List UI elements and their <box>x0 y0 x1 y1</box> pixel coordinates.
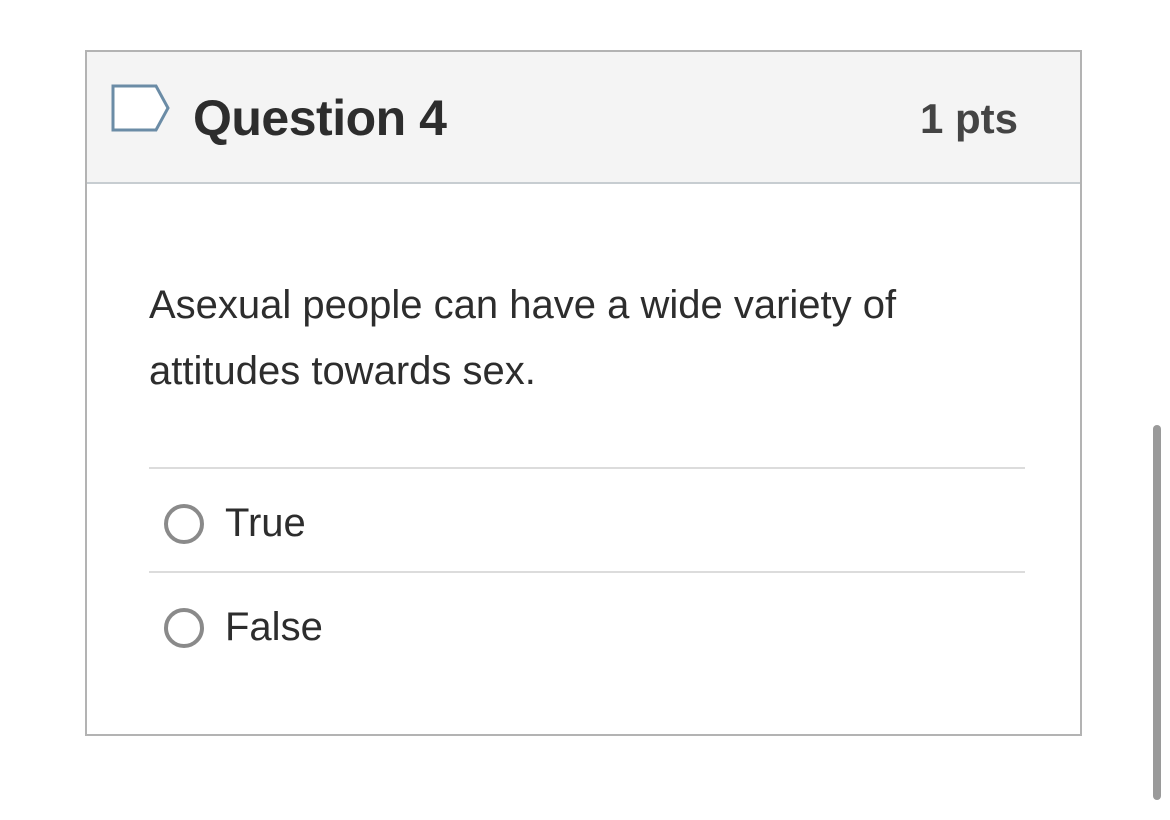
question-text: Asexual people can have a wide variety o… <box>149 283 897 393</box>
question-title: Question 4 <box>193 90 447 146</box>
radio-button-true[interactable] <box>164 504 204 544</box>
answer-label-false[interactable]: False <box>225 599 323 655</box>
flag-question-icon[interactable] <box>110 83 172 133</box>
radio-button-false[interactable] <box>164 608 204 648</box>
vertical-scrollbar[interactable] <box>1153 425 1161 800</box>
question-header: Question 4 1 pts <box>87 52 1080 184</box>
quiz-page: Question 4 1 pts Asexual people can have… <box>0 0 1170 820</box>
answer-option-true[interactable]: True <box>149 467 1025 571</box>
question-points: 1 pts <box>919 95 1018 142</box>
answer-list: True False <box>149 467 1025 675</box>
question-card: Question 4 1 pts Asexual people can have… <box>85 50 1082 736</box>
answer-label-true[interactable]: True <box>225 495 306 551</box>
answer-option-false[interactable]: False <box>149 571 1025 675</box>
